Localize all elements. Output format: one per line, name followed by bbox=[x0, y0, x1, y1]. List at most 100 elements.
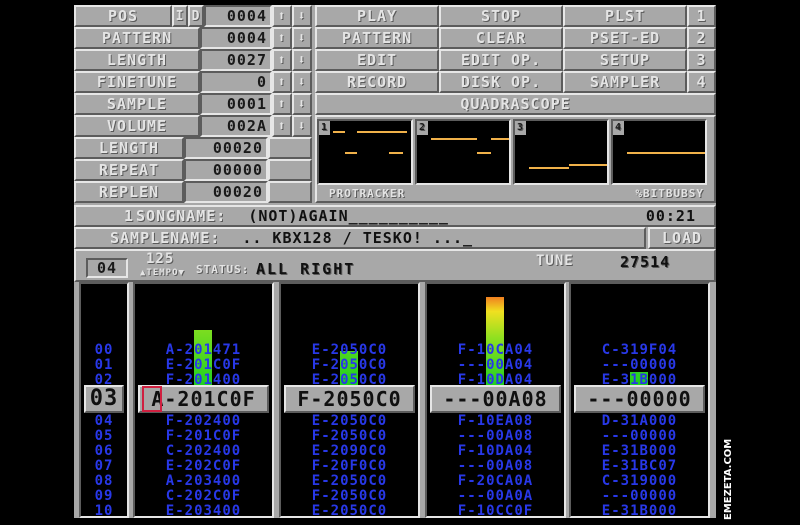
pattern-cell[interactable]: C-319000 bbox=[571, 474, 708, 489]
play-pattern-button[interactable]: PATTERN bbox=[315, 27, 439, 49]
status-label: STATUS: bbox=[196, 263, 250, 276]
finetune-up-arrow-icon[interactable]: ⬆ bbox=[272, 71, 292, 93]
songname-label: SONGNAME: bbox=[136, 207, 227, 225]
insert-button[interactable]: I bbox=[172, 5, 188, 27]
samplename-field[interactable]: .. KBX128 / TESKO! ..._ bbox=[242, 229, 473, 247]
row-number: 01 bbox=[94, 357, 114, 373]
pattern-channel-2[interactable]: E-2050C0 F-2050C0 E-2050C0 F-2050C0 E-2050C0… bbox=[279, 282, 420, 518]
pattern-cell[interactable]: ---00A08 bbox=[427, 429, 564, 444]
volume-down-arrow-icon[interactable]: ⬇ bbox=[292, 115, 312, 137]
pattern-cell[interactable]: F-2050C0 bbox=[281, 358, 418, 373]
pattern-up-arrow-icon[interactable]: ⬆ bbox=[272, 27, 292, 49]
sample-down-arrow-icon[interactable]: ⬇ bbox=[292, 93, 312, 115]
current-pattern-cell[interactable]: F-2050C0 bbox=[284, 385, 415, 413]
insert-label: I bbox=[175, 8, 185, 24]
scope-channel-2[interactable]: 2 bbox=[415, 119, 511, 185]
current-pattern-cell[interactable]: A-201C0F bbox=[138, 385, 269, 413]
pattern-cell[interactable]: ---00A04 bbox=[427, 358, 564, 373]
pattern-cell[interactable]: C-202400 bbox=[135, 444, 272, 459]
pattern-cell[interactable]: C-202C0F bbox=[135, 489, 272, 504]
record-button[interactable]: RECORD bbox=[315, 71, 439, 93]
menu-page-2-button[interactable]: 2 bbox=[687, 27, 716, 49]
pattern-cell[interactable]: E-2050C0 bbox=[281, 414, 418, 429]
repeat-label: REPEAT bbox=[74, 159, 184, 181]
songname-field[interactable]: (NOT)AGAIN__________ bbox=[248, 207, 449, 225]
pset-ed-button[interactable]: PSET-ED bbox=[563, 27, 687, 49]
menu-page-3-button[interactable]: 3 bbox=[687, 49, 716, 71]
current-pattern-cell[interactable]: ---00000 bbox=[574, 385, 705, 413]
pattern-cell[interactable]: F-10CC0F bbox=[427, 504, 564, 517]
pattern-cell[interactable]: E-31BC07 bbox=[571, 459, 708, 474]
pattern-down-arrow-icon[interactable]: ⬇ bbox=[292, 27, 312, 49]
finetune-down-arrow-icon[interactable]: ⬇ bbox=[292, 71, 312, 93]
stop-button[interactable]: STOP bbox=[439, 5, 563, 27]
sample-up-arrow-icon[interactable]: ⬆ bbox=[272, 93, 292, 115]
menu-page-4-button[interactable]: 4 bbox=[687, 71, 716, 93]
pattern-cell[interactable]: ---00000 bbox=[571, 358, 708, 373]
current-pattern-cell-text: ---00000 bbox=[587, 387, 692, 411]
length-down-arrow-icon[interactable]: ⬇ bbox=[292, 49, 312, 71]
pattern-cell[interactable]: E-202C0F bbox=[135, 459, 272, 474]
scope-channel-1-number: 1 bbox=[319, 121, 330, 135]
pattern-cell[interactable]: ---00A0A bbox=[427, 489, 564, 504]
scope-channel-4-number: 4 bbox=[613, 121, 624, 135]
pattern-channel-1[interactable]: A-201471 E-201C0F F-201400 A-201C0F F-202400… bbox=[133, 282, 274, 518]
pos-down-arrow-icon[interactable]: ⬇ bbox=[292, 5, 312, 27]
pattern-cell[interactable]: E-2090C0 bbox=[281, 444, 418, 459]
scope-channel-3[interactable]: 3 bbox=[513, 119, 609, 185]
octave-value[interactable]: 04 bbox=[86, 258, 128, 278]
volume-up-arrow-icon[interactable]: ⬆ bbox=[272, 115, 292, 137]
scope-channel-1[interactable]: 1 bbox=[317, 119, 413, 185]
tune-label: TUNE bbox=[536, 253, 574, 269]
pattern-cell[interactable]: F-2050C0 bbox=[281, 429, 418, 444]
plst-button[interactable]: PLST bbox=[563, 5, 687, 27]
song-number: 1 bbox=[124, 207, 135, 225]
pattern-cell[interactable]: F-202400 bbox=[135, 414, 272, 429]
play-button[interactable]: PLAY bbox=[315, 5, 439, 27]
clear-button[interactable]: CLEAR bbox=[439, 27, 563, 49]
row-number-column: 00 01 02 03 04 05 06 07 08 09 10 bbox=[79, 282, 129, 518]
setup-button[interactable]: SETUP bbox=[563, 49, 687, 71]
current-row-number: 03 bbox=[84, 385, 124, 413]
status-text: ALL RIGHT bbox=[256, 260, 356, 278]
tempo-label[interactable]: ▲TEMPO▼ bbox=[140, 268, 185, 278]
pattern-channel-3[interactable]: F-10CA04 ---00A04 F-10DA04 ---00A08 F-10EA08… bbox=[425, 282, 566, 518]
pattern-cell[interactable]: F-10EA08 bbox=[427, 414, 564, 429]
load-button[interactable]: LOAD bbox=[648, 227, 716, 249]
scope-channel-4[interactable]: 4 bbox=[611, 119, 707, 185]
pattern-cell[interactable]: C-319F04 bbox=[571, 343, 708, 358]
sampler-button[interactable]: SAMPLER bbox=[563, 71, 687, 93]
pattern-cell[interactable]: A-201471 bbox=[135, 343, 272, 358]
pattern-cell[interactable]: E-203400 bbox=[135, 504, 272, 517]
current-pattern-cell-text: ---00A08 bbox=[443, 387, 548, 411]
pattern-cell[interactable]: E-2050C0 bbox=[281, 474, 418, 489]
pos-up-arrow-icon[interactable]: ⬆ bbox=[272, 5, 292, 27]
pattern-cell[interactable]: E-31B000 bbox=[571, 444, 708, 459]
edit-button[interactable]: EDIT bbox=[315, 49, 439, 71]
pattern-cell[interactable]: F-20CA0A bbox=[427, 474, 564, 489]
current-pattern-cell[interactable]: ---00A08 bbox=[430, 385, 561, 413]
pattern-cell[interactable]: ---00A08 bbox=[427, 459, 564, 474]
edit-op-button[interactable]: EDIT OP. bbox=[439, 49, 563, 71]
pattern-cell[interactable]: ---00000 bbox=[571, 489, 708, 504]
protracker-window: POS I D 0004 ⬆ ⬇ PATTERN 0004 ⬆ ⬇ LENGTH… bbox=[74, 5, 716, 518]
pattern-channel-4[interactable]: C-319F04 ---00000 E-31B000 ---00000 D-31A000… bbox=[569, 282, 710, 518]
menu-page-1-button[interactable]: 1 bbox=[687, 5, 716, 27]
row-number: 05 bbox=[94, 428, 114, 444]
pattern-cell[interactable]: E-2050C0 bbox=[281, 504, 418, 517]
repeat-value: 00000 bbox=[184, 159, 268, 181]
pattern-cell[interactable]: F-20F0C0 bbox=[281, 459, 418, 474]
pattern-cell[interactable]: F-10DA04 bbox=[427, 444, 564, 459]
pattern-cell[interactable]: F-10CA04 bbox=[427, 343, 564, 358]
disk-op-button[interactable]: DISK OP. bbox=[439, 71, 563, 93]
length-up-arrow-icon[interactable]: ⬆ bbox=[272, 49, 292, 71]
pattern-cell[interactable]: F-2050C0 bbox=[281, 489, 418, 504]
pattern-cell[interactable]: E-201C0F bbox=[135, 358, 272, 373]
delete-button[interactable]: D bbox=[188, 5, 204, 27]
pattern-cell[interactable]: F-201C0F bbox=[135, 429, 272, 444]
pattern-cell[interactable]: E-31B000 bbox=[571, 504, 708, 517]
pattern-cell[interactable]: D-31A000 bbox=[571, 414, 708, 429]
pattern-cell[interactable]: ---00000 bbox=[571, 429, 708, 444]
pattern-cell[interactable]: E-2050C0 bbox=[281, 343, 418, 358]
pattern-cell[interactable]: A-203400 bbox=[135, 474, 272, 489]
